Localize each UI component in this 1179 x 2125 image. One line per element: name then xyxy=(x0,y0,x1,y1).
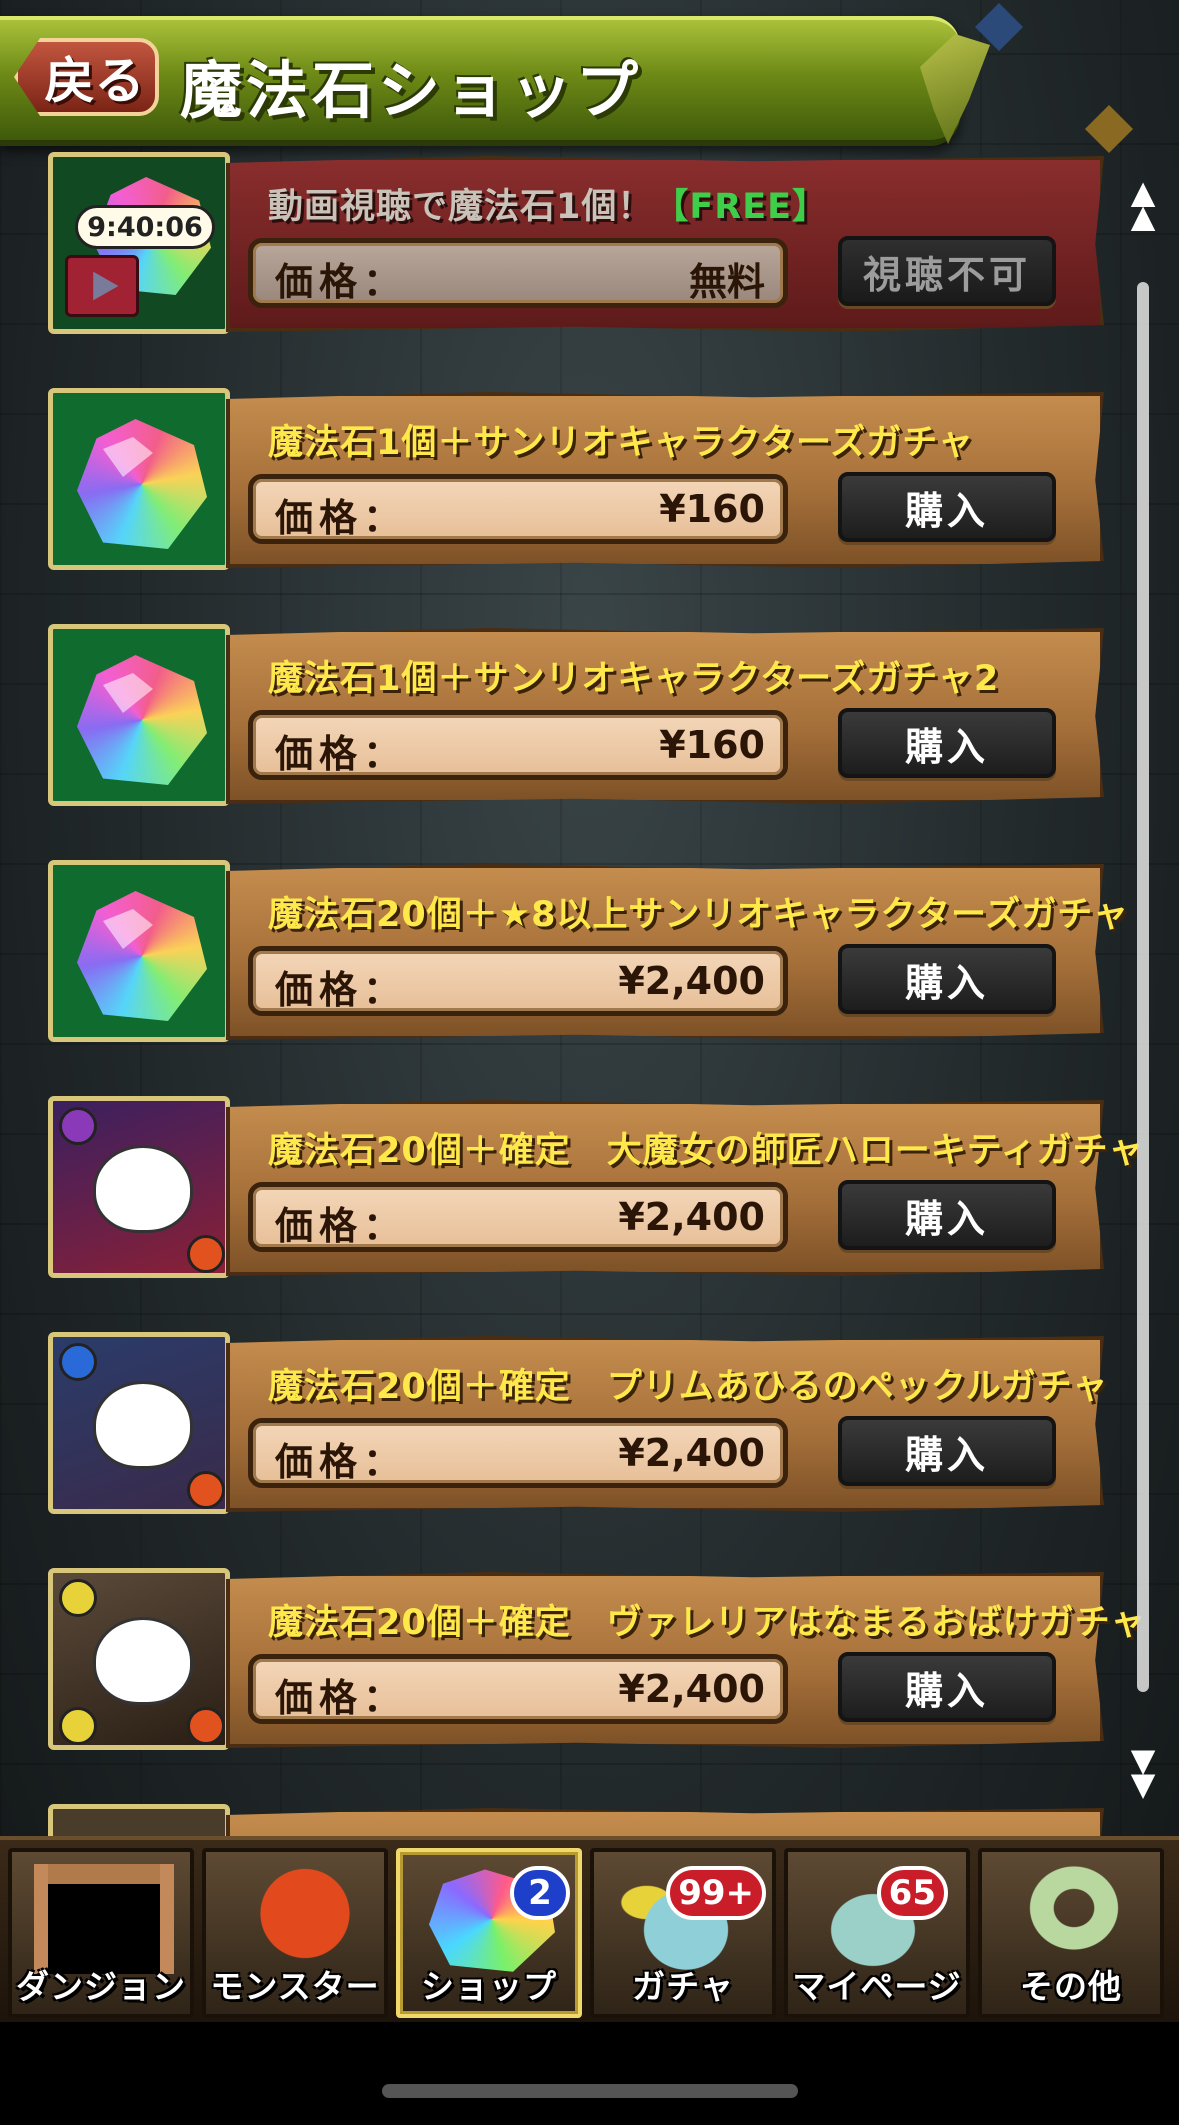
cooldown-timer: 9:40:06 xyxy=(75,205,215,249)
item-name: 魔法石20個＋★8以上サンリオキャラクターズガチャ xyxy=(268,895,1129,935)
price-value: ¥2,400 xyxy=(618,1195,765,1239)
price-box: 価格： ¥160 xyxy=(248,710,788,780)
price-box: 価格： ¥160 xyxy=(248,474,788,544)
list-item: 9:40:06 動画視聴で魔法石1個！【FREE】 価格： 無料 視聴不可 xyxy=(48,152,1108,338)
item-name: 魔法石20個＋確定 ヴァレリアはなまるおばけガチャ xyxy=(268,1603,1147,1643)
other-icon xyxy=(1004,1864,1144,1974)
video-play-icon xyxy=(65,255,139,317)
free-tag: 【FREE】 xyxy=(653,187,829,227)
back-button[interactable]: 戻る xyxy=(14,38,159,116)
list-item: 魔法石1個＋サンリオキャラクターズガチャ 価格： ¥160 購入 xyxy=(48,388,1108,574)
price-value: ¥160 xyxy=(659,723,765,767)
buy-button[interactable]: 購入 xyxy=(838,944,1056,1014)
nav-gacha[interactable]: 99+ ガチャ xyxy=(590,1848,776,2018)
item-thumbnail: 9:40:06 xyxy=(48,152,230,334)
price-label: 価格： xyxy=(275,1204,408,1248)
buy-button[interactable]: 購入 xyxy=(838,472,1056,542)
price-label: 価格： xyxy=(275,732,408,776)
item-thumbnail xyxy=(48,1096,230,1278)
price-box: 価格： ¥2,400 xyxy=(248,946,788,1016)
list-item: 魔法石1個＋サンリオキャラクターズガチャ2 価格： ¥160 購入 xyxy=(48,624,1108,810)
price-label: 価格： xyxy=(275,968,408,1012)
buy-button[interactable]: 購入 xyxy=(838,708,1056,778)
light-attribute-icon xyxy=(59,1579,97,1617)
item-thumbnail xyxy=(48,1568,230,1750)
shop-count-badge: 2 xyxy=(510,1866,570,1920)
header-bar: 戻る 魔法石ショップ xyxy=(0,16,990,146)
scrollbar[interactable] xyxy=(1137,282,1149,1692)
buy-button[interactable]: 購入 xyxy=(838,1652,1056,1722)
item-name-text: 動画視聴で魔法石1個！ xyxy=(268,187,654,227)
dark-attribute-icon xyxy=(59,1107,97,1145)
scroll-down-arrow-icon[interactable]: ▼ ▼ xyxy=(1126,1744,1160,1800)
fire-attribute-icon xyxy=(187,1471,225,1509)
list-item: 魔法石20個＋確定 大魔女の師匠ハローキティガチャ 価格： ¥2,400 購入 xyxy=(48,1096,1143,1282)
nav-other[interactable]: その他 xyxy=(978,1848,1164,2018)
list-item: 魔法石20個＋★8以上サンリオキャラクターズガチャ 価格： ¥2,400 購入 xyxy=(48,860,1128,1046)
monster-icon xyxy=(228,1864,368,1974)
item-thumbnail xyxy=(48,388,230,570)
list-item: 魔法石20個＋確定 ヴァレリアはなまるおばけガチャ 価格： ¥2,400 購入 xyxy=(48,1568,1145,1754)
price-box: 価格： ¥2,400 xyxy=(248,1418,788,1488)
item-name: 魔法石20個＋確定 プリムあひるのペックルガチャ xyxy=(268,1367,1109,1407)
nav-label: ガチャ xyxy=(632,1967,734,2006)
hanamaru-obake-portrait xyxy=(93,1617,193,1705)
nav-dungeon[interactable]: ダンジョン xyxy=(8,1848,194,2018)
price-label: 価格： xyxy=(275,1676,408,1720)
pekkle-portrait xyxy=(93,1381,193,1469)
item-name: 魔法石20個＋確定 大魔女の師匠ハローキティガチャ xyxy=(268,1131,1145,1171)
price-box: 価格： 無料 xyxy=(248,238,788,308)
nav-label: ショップ xyxy=(421,1967,557,2006)
item-thumbnail xyxy=(48,624,230,806)
price-value: ¥2,400 xyxy=(618,959,765,1003)
price-box: 価格： ¥2,400 xyxy=(248,1182,788,1252)
nav-mypage[interactable]: 65 マイページ xyxy=(784,1848,970,2018)
nav-shop[interactable]: 2 ショップ xyxy=(396,1848,582,2018)
buy-button[interactable]: 購入 xyxy=(838,1180,1056,1250)
price-value: ¥2,400 xyxy=(618,1431,765,1475)
fire-attribute-icon xyxy=(187,1235,225,1273)
light-attribute-icon xyxy=(59,1707,97,1745)
nav-label: マイページ xyxy=(792,1967,962,2006)
mypage-count-badge: 65 xyxy=(876,1866,948,1920)
nav-label: モンスター xyxy=(210,1967,380,2006)
price-value: ¥2,400 xyxy=(618,1667,765,1711)
hello-kitty-portrait xyxy=(93,1145,193,1233)
price-label: 価格： xyxy=(275,1440,408,1484)
watch-unavailable-button[interactable]: 視聴不可 xyxy=(838,236,1056,306)
item-name: 動画視聴で魔法石1個！【FREE】 xyxy=(268,178,828,229)
magic-stone-icon xyxy=(77,419,207,549)
item-name: 魔法石1個＋サンリオキャラクターズガチャ2 xyxy=(268,659,1000,699)
price-value: ¥160 xyxy=(659,487,765,531)
home-indicator[interactable] xyxy=(382,2084,798,2098)
price-label: 価格： xyxy=(275,260,408,304)
nav-label: その他 xyxy=(1020,1967,1122,2006)
price-box: 価格： ¥2,400 xyxy=(248,1654,788,1724)
nav-label: ダンジョン xyxy=(16,1967,186,2006)
page-title: 魔法石ショップ xyxy=(180,54,643,127)
magic-stone-icon xyxy=(77,655,207,785)
scroll-up-arrow-icon[interactable]: ▲ ▲ xyxy=(1126,176,1160,232)
gacha-count-badge: 99+ xyxy=(666,1866,766,1920)
item-thumbnail xyxy=(48,1332,230,1514)
magic-stone-icon xyxy=(77,891,207,1021)
dungeon-icon xyxy=(34,1864,174,1974)
fire-attribute-icon xyxy=(187,1707,225,1745)
item-thumbnail xyxy=(48,860,230,1042)
water-attribute-icon xyxy=(59,1343,97,1381)
system-bar xyxy=(0,2022,1179,2125)
bottom-navigation: ダンジョン モンスター 2 ショップ 99+ ガチャ 65 マイページ その他 xyxy=(0,1836,1179,2026)
nav-monster[interactable]: モンスター xyxy=(202,1848,388,2018)
buy-button[interactable]: 購入 xyxy=(838,1416,1056,1486)
list-item: 魔法石20個＋確定 プリムあひるのペックルガチャ 価格： ¥2,400 購入 xyxy=(48,1332,1108,1518)
item-name: 魔法石1個＋サンリオキャラクターズガチャ xyxy=(268,423,974,463)
price-label: 価格： xyxy=(275,496,408,540)
price-value: 無料 xyxy=(688,260,765,304)
